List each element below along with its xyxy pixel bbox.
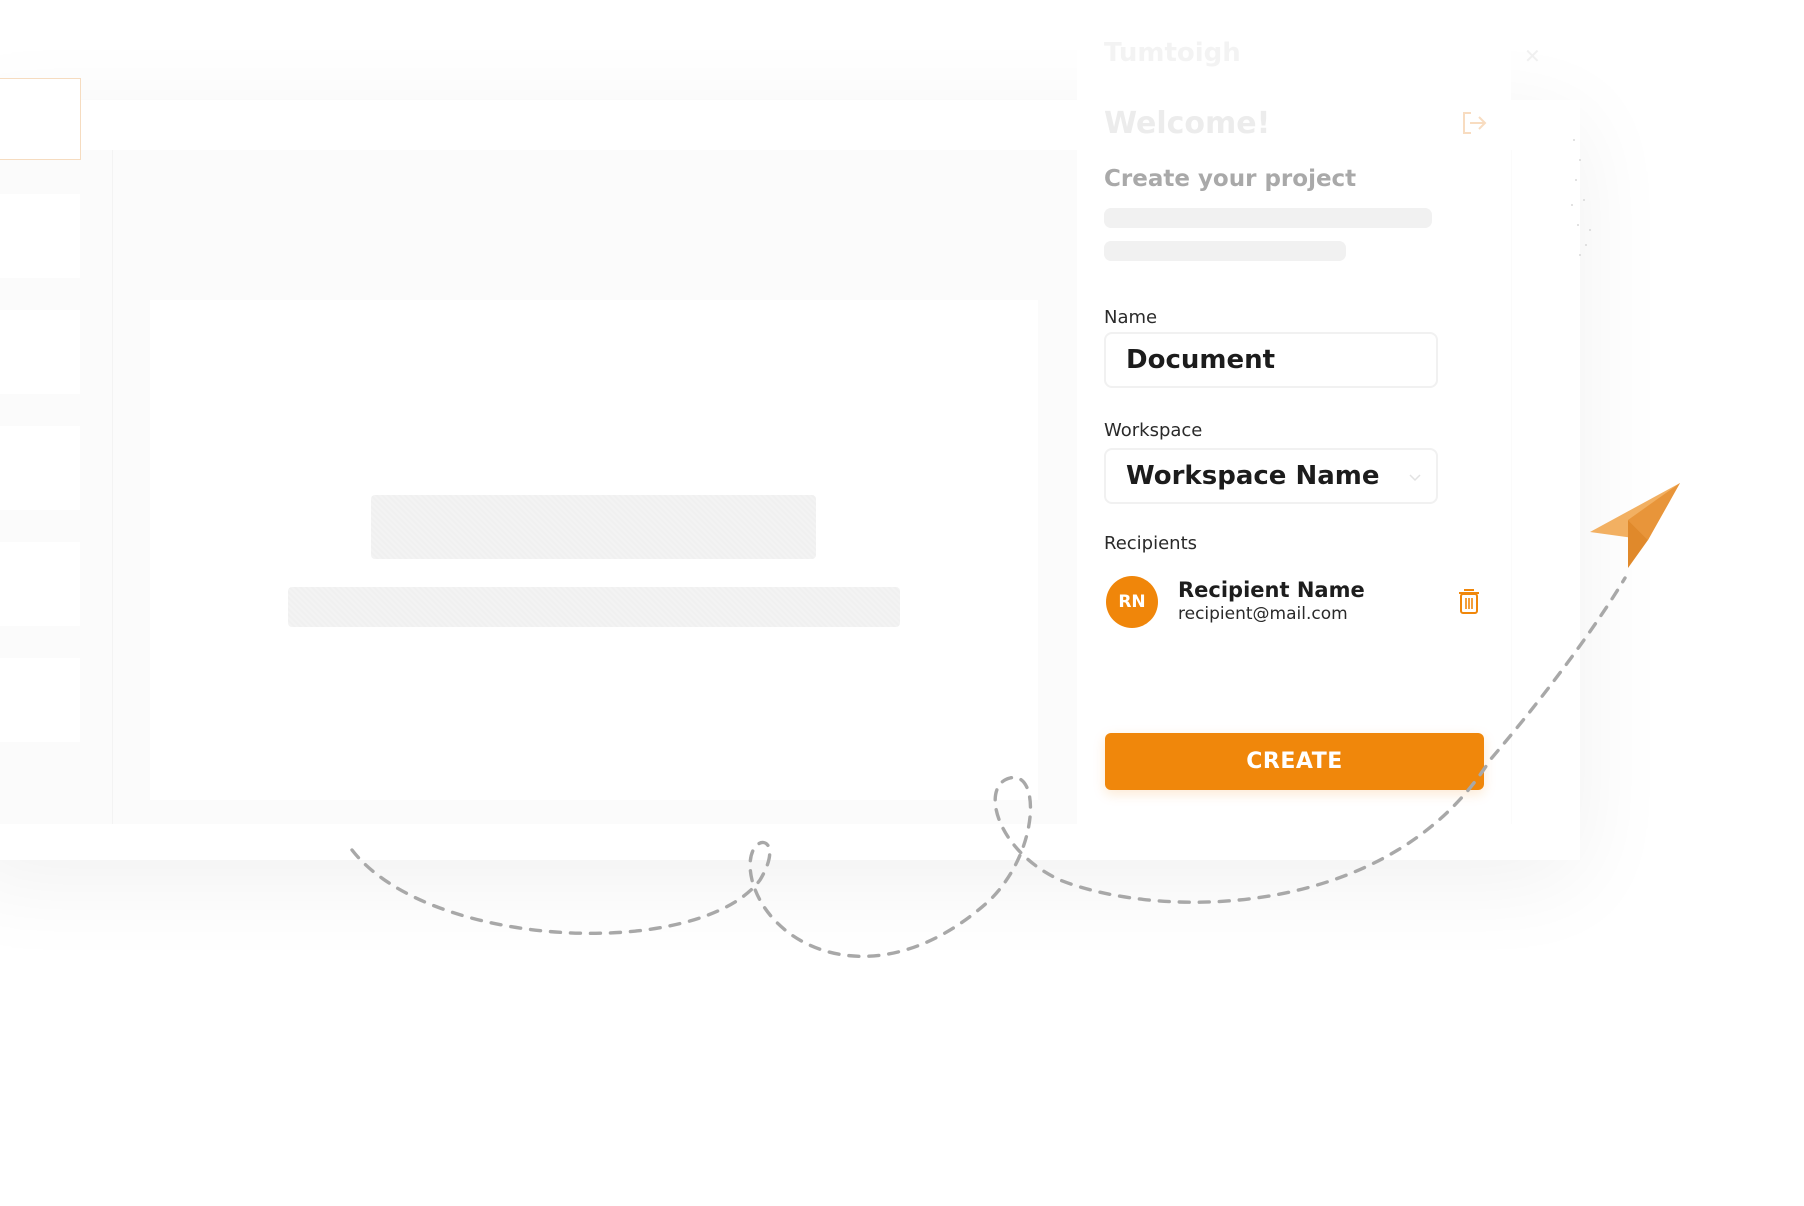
left-rail — [0, 150, 113, 824]
skeleton-title — [371, 495, 816, 559]
create-button[interactable]: CREATE — [1105, 733, 1484, 790]
name-label: Name — [1104, 307, 1158, 328]
corner-mark: ✕ — [1524, 44, 1541, 68]
rail-item[interactable] — [0, 426, 80, 510]
skeleton-line — [288, 587, 900, 627]
workspace-label: Workspace — [1104, 420, 1203, 441]
skeleton-line — [1104, 208, 1432, 228]
skeleton-line — [1104, 241, 1346, 261]
avatar: RN — [1106, 576, 1158, 628]
rail-item[interactable] — [0, 542, 80, 626]
rail-item[interactable] — [0, 658, 80, 742]
workspace-select[interactable]: Workspace Name — [1104, 448, 1438, 504]
recipient-name: Recipient Name — [1178, 578, 1365, 602]
brand-name: Tumtoigh — [1104, 38, 1241, 68]
rail-item[interactable] — [0, 194, 80, 278]
rail-active-item[interactable] — [0, 78, 81, 160]
chevron-down-icon[interactable] — [1408, 470, 1422, 484]
editor-canvas — [150, 300, 1038, 800]
workspace-value: Workspace Name — [1126, 461, 1380, 491]
name-input[interactable] — [1126, 345, 1416, 375]
recipient-item: RN Recipient Name recipient@mail.com — [1104, 572, 1484, 634]
recipients-label: Recipients — [1104, 533, 1198, 554]
recipient-email: recipient@mail.com — [1178, 604, 1348, 624]
logout-icon[interactable] — [1460, 110, 1488, 136]
panel-subtitle: Create your project — [1104, 166, 1357, 192]
name-field[interactable] — [1104, 332, 1438, 388]
welcome-heading: Welcome! — [1104, 106, 1271, 141]
rail-item[interactable] — [0, 310, 80, 394]
paper-plane-icon — [1590, 483, 1680, 568]
trash-icon[interactable] — [1456, 586, 1482, 616]
